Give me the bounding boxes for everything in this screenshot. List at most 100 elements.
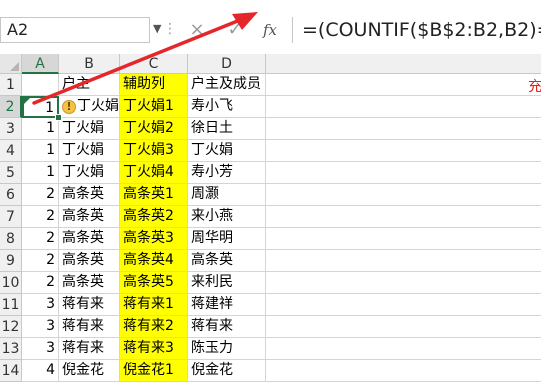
confirm-icon[interactable]: ✓ — [220, 17, 250, 43]
row-header[interactable]: 12 — [0, 316, 22, 338]
cell-c[interactable]: 蒋有来2 — [120, 316, 188, 338]
cell-a[interactable]: 2 — [22, 206, 59, 228]
cell-c[interactable]: 丁火娟2 — [120, 118, 188, 140]
cell-d[interactable]: 周灏 — [188, 184, 266, 206]
row-header[interactable]: 1 — [0, 74, 22, 96]
cell-b[interactable]: 蒋有来 — [59, 316, 120, 338]
cell-c[interactable]: 高条英3 — [120, 228, 188, 250]
empty-cell[interactable] — [266, 118, 541, 140]
row-header[interactable]: 7 — [0, 206, 22, 228]
cell-a[interactable]: 1 — [22, 118, 59, 140]
empty-cell[interactable] — [266, 74, 541, 96]
insert-function-icon[interactable]: fx — [256, 17, 284, 43]
cell-a[interactable]: 3 — [22, 316, 59, 338]
cell-a[interactable]: 2 — [22, 184, 59, 206]
select-all-corner[interactable] — [0, 54, 22, 74]
select-all-triangle-icon — [10, 62, 19, 71]
spreadsheet-grid: A B C D 1 户主 辅助列 户主及成员 2 1 丁火娟 丁火娟1 寿小飞 3 1 丁火娟 丁火娟2… — [0, 54, 541, 382]
cell-c[interactable]: 高条英5 — [120, 272, 188, 294]
row-header[interactable]: 11 — [0, 294, 22, 316]
cell-b[interactable]: 倪金花 — [59, 360, 120, 382]
cell-d[interactable]: 寿小芳 — [188, 162, 266, 184]
formula-input[interactable]: =(COUNTIF($B$2:B2,B2)=1)+A1 — [302, 17, 541, 43]
name-box[interactable]: A2 — [0, 17, 150, 43]
cell-c[interactable]: 丁火娟4 — [120, 162, 188, 184]
empty-cell[interactable] — [266, 294, 541, 316]
row-header[interactable]: 8 — [0, 228, 22, 250]
cell-b[interactable]: 户主 — [59, 74, 120, 96]
cell-a[interactable]: 1 — [22, 162, 59, 184]
cell-d[interactable]: 蒋有来 — [188, 316, 266, 338]
cell-d[interactable]: 寿小飞 — [188, 96, 266, 118]
empty-cell[interactable] — [266, 206, 541, 228]
cell-c[interactable]: 蒋有来3 — [120, 338, 188, 360]
cell-b[interactable]: 丁火娟 — [59, 162, 120, 184]
cell-b[interactable]: 丁火娟 — [59, 140, 120, 162]
cell-a[interactable]: 3 — [22, 338, 59, 360]
cancel-icon[interactable]: × — [182, 17, 212, 43]
cell-c[interactable]: 丁火娟1 — [120, 96, 188, 118]
cell-d[interactable]: 来小燕 — [188, 206, 266, 228]
cell-c[interactable]: 高条英4 — [120, 250, 188, 272]
fill-handle[interactable] — [55, 114, 62, 121]
column-header-c[interactable]: C — [120, 54, 188, 74]
cell-d[interactable]: 倪金花 — [188, 360, 266, 382]
column-header-a[interactable]: A — [22, 54, 59, 74]
name-box-dropdown-icon[interactable]: ▼ — [153, 22, 161, 35]
cell-a[interactable]: 4 — [22, 360, 59, 382]
cell-b[interactable]: 高条英 — [59, 206, 120, 228]
row-header[interactable]: 6 — [0, 184, 22, 206]
empty-cell[interactable] — [266, 184, 541, 206]
row-header[interactable]: 4 — [0, 140, 22, 162]
cell-c[interactable]: 蒋有来1 — [120, 294, 188, 316]
empty-cell[interactable] — [266, 338, 541, 360]
warning-icon[interactable]: ! — [62, 100, 76, 114]
row-header[interactable]: 14 — [0, 360, 22, 382]
cell-d[interactable]: 徐日土 — [188, 118, 266, 140]
cell-d[interactable]: 丁火娟 — [188, 140, 266, 162]
row-header[interactable]: 5 — [0, 162, 22, 184]
empty-cell[interactable] — [266, 140, 541, 162]
cell-a[interactable]: 2 — [22, 250, 59, 272]
row-header[interactable]: 3 — [0, 118, 22, 140]
empty-cell[interactable] — [266, 360, 541, 382]
cell-d[interactable]: 周华明 — [188, 228, 266, 250]
empty-cell[interactable] — [266, 250, 541, 272]
cell-b[interactable]: 高条英 — [59, 272, 120, 294]
cell-a[interactable]: 3 — [22, 294, 59, 316]
empty-cell[interactable] — [266, 96, 541, 118]
row-header[interactable]: 10 — [0, 272, 22, 294]
cell-b[interactable]: 丁火娟 — [59, 118, 120, 140]
cell-c[interactable]: 丁火娟3 — [120, 140, 188, 162]
cell-c[interactable]: 倪金花1 — [120, 360, 188, 382]
formula-bar-grip-icon[interactable]: ⋮ — [163, 21, 177, 37]
empty-cell[interactable] — [266, 162, 541, 184]
cell-a[interactable]: 2 — [22, 228, 59, 250]
cell-c[interactable]: 高条英2 — [120, 206, 188, 228]
formula-bar-divider — [292, 17, 293, 43]
row-header[interactable]: 9 — [0, 250, 22, 272]
column-header-b[interactable]: B — [59, 54, 120, 74]
cell-b[interactable]: 高条英 — [59, 184, 120, 206]
cell-a[interactable]: 2 — [22, 272, 59, 294]
formula-bar: A2 ▼ ⋮ × ✓ fx =(COUNTIF($B$2:B2,B2)=1)+A… — [0, 0, 541, 54]
cell-d[interactable]: 户主及成员 — [188, 74, 266, 96]
cell-b[interactable]: 高条英 — [59, 228, 120, 250]
cell-d[interactable]: 来利民 — [188, 272, 266, 294]
cell-c[interactable]: 辅助列 — [120, 74, 188, 96]
empty-cell[interactable] — [266, 316, 541, 338]
cell-d[interactable]: 陈玉力 — [188, 338, 266, 360]
cell-b[interactable]: 蒋有来 — [59, 338, 120, 360]
cell-a[interactable] — [22, 74, 59, 96]
empty-cell[interactable] — [266, 272, 541, 294]
column-header-d[interactable]: D — [188, 54, 266, 74]
row-header[interactable]: 13 — [0, 338, 22, 360]
empty-cell[interactable] — [266, 228, 541, 250]
cell-c[interactable]: 高条英1 — [120, 184, 188, 206]
row-header[interactable]: 2 — [0, 96, 22, 118]
cell-b[interactable]: 高条英 — [59, 250, 120, 272]
cell-a[interactable]: 1 — [22, 140, 59, 162]
cell-b[interactable]: 蒋有来 — [59, 294, 120, 316]
cell-d[interactable]: 蒋建祥 — [188, 294, 266, 316]
cell-d[interactable]: 高条英 — [188, 250, 266, 272]
